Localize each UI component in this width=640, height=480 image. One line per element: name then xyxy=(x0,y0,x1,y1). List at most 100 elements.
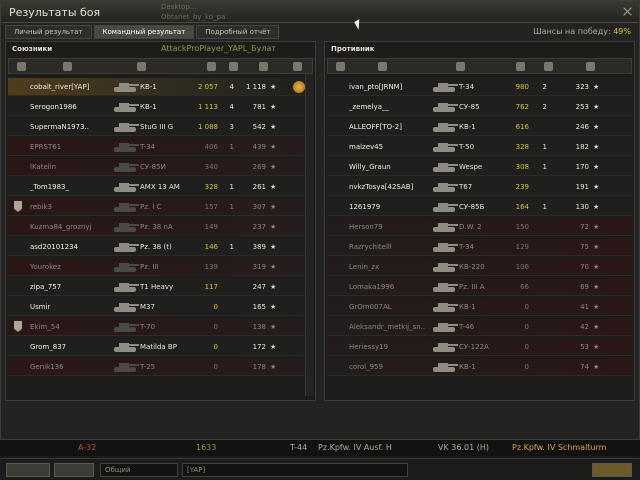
channel-select[interactable]: Общий xyxy=(100,463,178,477)
table-row[interactable]: Usmir M37 0 165 ★ xyxy=(8,298,313,316)
vehicle-name: Pz. I C xyxy=(140,203,162,211)
frags-icon[interactable] xyxy=(229,62,238,71)
chat-input[interactable]: [YAP] xyxy=(182,463,408,477)
xp-star-icon[interactable] xyxy=(259,62,268,71)
star-icon: ★ xyxy=(593,243,600,251)
player-name[interactable]: Usmir xyxy=(30,303,112,311)
player-name[interactable]: malzev45 xyxy=(349,143,434,151)
tank-icon xyxy=(431,180,459,194)
player-name[interactable]: cobalt_river[YAP] xyxy=(30,83,112,91)
player-name[interactable]: Genik136 xyxy=(30,363,112,371)
tank-icon xyxy=(431,300,459,314)
chat-button[interactable] xyxy=(54,463,94,477)
player-icon[interactable] xyxy=(63,62,72,71)
bottom-bar: Общий [YAP] xyxy=(0,458,640,480)
table-row[interactable]: Lomaka1996 Pz. III A 66 69 ★ xyxy=(327,278,632,296)
player-name[interactable]: _zemelya__ xyxy=(349,103,434,111)
table-row[interactable]: malzev45 T-50 328 1 182 ★ xyxy=(327,138,632,156)
tank-icon xyxy=(431,220,459,234)
table-row[interactable]: Genik136 T-25 0 178 ★ xyxy=(8,358,313,376)
player-name[interactable]: asd20101234 xyxy=(30,243,112,251)
table-row[interactable]: cobalt_river[YAP] КВ-1 2 057 4 1 118 ★ xyxy=(8,78,313,96)
xp-value: 182 xyxy=(575,143,589,151)
player-name[interactable]: Lomaka1996 xyxy=(349,283,434,291)
player-name[interactable]: Ekim_54 xyxy=(30,323,112,331)
notifications-button[interactable] xyxy=(592,463,632,477)
contacts-button[interactable] xyxy=(6,463,50,477)
table-row[interactable]: ivan_pto[JRNM] T-34 980 2 323 ★ xyxy=(327,78,632,96)
damage-icon[interactable] xyxy=(516,62,525,71)
table-row[interactable]: Kuzma84_groznyj Pz. 38 nA 149 237 ★ xyxy=(8,218,313,236)
player-name[interactable]: Razrychitelll xyxy=(349,243,434,251)
player-name[interactable]: Heriessy19 xyxy=(349,343,434,351)
tab-team[interactable]: Командный результат xyxy=(93,25,195,39)
player-name[interactable]: SupermaN1973.. xyxy=(30,123,112,131)
player-name[interactable]: Serogon1986 xyxy=(30,103,112,111)
frags-icon[interactable] xyxy=(544,62,553,71)
star-icon: ★ xyxy=(593,283,600,291)
player-name[interactable]: Herson79 xyxy=(349,223,434,231)
frags-value: 1 xyxy=(229,243,234,251)
table-row[interactable]: Lenin_zx КВ-220 106 70 ★ xyxy=(327,258,632,276)
award-icon[interactable] xyxy=(293,62,302,71)
star-icon: ★ xyxy=(270,323,277,331)
table-row[interactable]: Grom_837 Matilda BP 0 172 ★ xyxy=(8,338,313,356)
table-row[interactable]: _zemelya__ СУ-85 762 2 253 ★ xyxy=(327,98,632,116)
tank-icon[interactable] xyxy=(137,62,146,71)
table-row[interactable]: rebik3 Pz. I C 157 1 307 ★ xyxy=(8,198,313,216)
table-row[interactable]: EPRST61 T-34 406 1 439 ★ xyxy=(8,138,313,156)
tab-detailed[interactable]: Подробный отчёт xyxy=(196,25,280,39)
table-row[interactable]: Heriessy19 СУ-122А 0 53 ★ xyxy=(327,338,632,356)
table-row[interactable]: GrOm007AL КВ-1 0 41 ★ xyxy=(327,298,632,316)
award-icon[interactable] xyxy=(293,81,305,93)
xp-value: 253 xyxy=(575,103,589,111)
xp-value: 70 xyxy=(580,263,589,271)
table-row[interactable]: Herson79 D.W. 2 150 72 ★ xyxy=(327,218,632,236)
allies-scrollbar[interactable] xyxy=(305,74,313,396)
table-row[interactable]: Aleksandr_metkij_sn.. T-46 0 42 ★ xyxy=(327,318,632,336)
player-name[interactable]: 1261979 xyxy=(349,203,434,211)
player-icon[interactable] xyxy=(378,62,387,71)
allies-column-header xyxy=(8,58,313,74)
player-name[interactable]: rebik3 xyxy=(30,203,112,211)
player-name[interactable]: ALLEOFF[TO-2] xyxy=(349,123,434,131)
player-name[interactable]: Lenin_zx xyxy=(349,263,434,271)
player-name[interactable]: corol_959 xyxy=(349,363,434,371)
xp-value: 237 xyxy=(252,223,266,231)
table-row[interactable]: Serogon1986 КВ-1 1 113 4 781 ★ xyxy=(8,98,313,116)
player-name[interactable]: EPRST61 xyxy=(30,143,112,151)
player-name[interactable]: zipa_757 xyxy=(30,283,112,291)
table-row[interactable]: lKatelin СУ-85И 340 269 ★ xyxy=(8,158,313,176)
table-row[interactable]: Ekim_54 T-70 0 138 ★ xyxy=(8,318,313,336)
damage-value: 129 xyxy=(515,243,529,251)
player-name[interactable]: GrOm007AL xyxy=(349,303,434,311)
squad-icon[interactable] xyxy=(336,62,345,71)
squad-icon[interactable] xyxy=(17,62,26,71)
player-name[interactable]: Willy_Graun xyxy=(349,163,434,171)
table-row[interactable]: Yourokez Pz. III 139 319 ★ xyxy=(8,258,313,276)
player-name[interactable]: lKatelin xyxy=(30,163,112,171)
table-row[interactable]: asd20101234 Pz. 38 (t) 146 1 389 ★ xyxy=(8,238,313,256)
table-row[interactable]: ALLEOFF[TO-2] КВ-1 616 246 ★ xyxy=(327,118,632,136)
table-row[interactable]: zipa_757 T1 Heavy 117 247 ★ xyxy=(8,278,313,296)
vehicle-name: Matilda BP xyxy=(140,343,177,351)
damage-icon[interactable] xyxy=(207,62,216,71)
table-row[interactable]: Willy_Graun Wespe 308 1 170 ★ xyxy=(327,158,632,176)
player-name[interactable]: Grom_837 xyxy=(30,343,112,351)
tank-icon[interactable] xyxy=(456,62,465,71)
table-row[interactable]: Razrychitelll T-34 129 75 ★ xyxy=(327,238,632,256)
table-row[interactable]: nvkzTosya[42SAB] T67 239 191 ★ xyxy=(327,178,632,196)
player-name[interactable]: nvkzTosya[42SAB] xyxy=(349,183,434,191)
player-name[interactable]: ivan_pto[JRNM] xyxy=(349,83,434,91)
tab-personal[interactable]: Личный результат xyxy=(5,25,92,39)
xp-star-icon[interactable] xyxy=(586,62,595,71)
player-name[interactable]: Yourokez xyxy=(30,263,112,271)
player-name[interactable]: _Tom1983_ xyxy=(30,183,112,191)
table-row[interactable]: _Tom1983_ AMX 13 AM 328 1 261 ★ xyxy=(8,178,313,196)
table-row[interactable]: corol_959 КВ-1 0 74 ★ xyxy=(327,358,632,376)
player-name[interactable]: Kuzma84_groznyj xyxy=(30,223,112,231)
player-name[interactable]: Aleksandr_metkij_sn.. xyxy=(349,323,434,331)
close-icon[interactable] xyxy=(622,6,633,17)
table-row[interactable]: 1261979 СУ-85Б 164 1 130 ★ xyxy=(327,198,632,216)
table-row[interactable]: SupermaN1973.. StuG III G 1 088 3 542 ★ xyxy=(8,118,313,136)
